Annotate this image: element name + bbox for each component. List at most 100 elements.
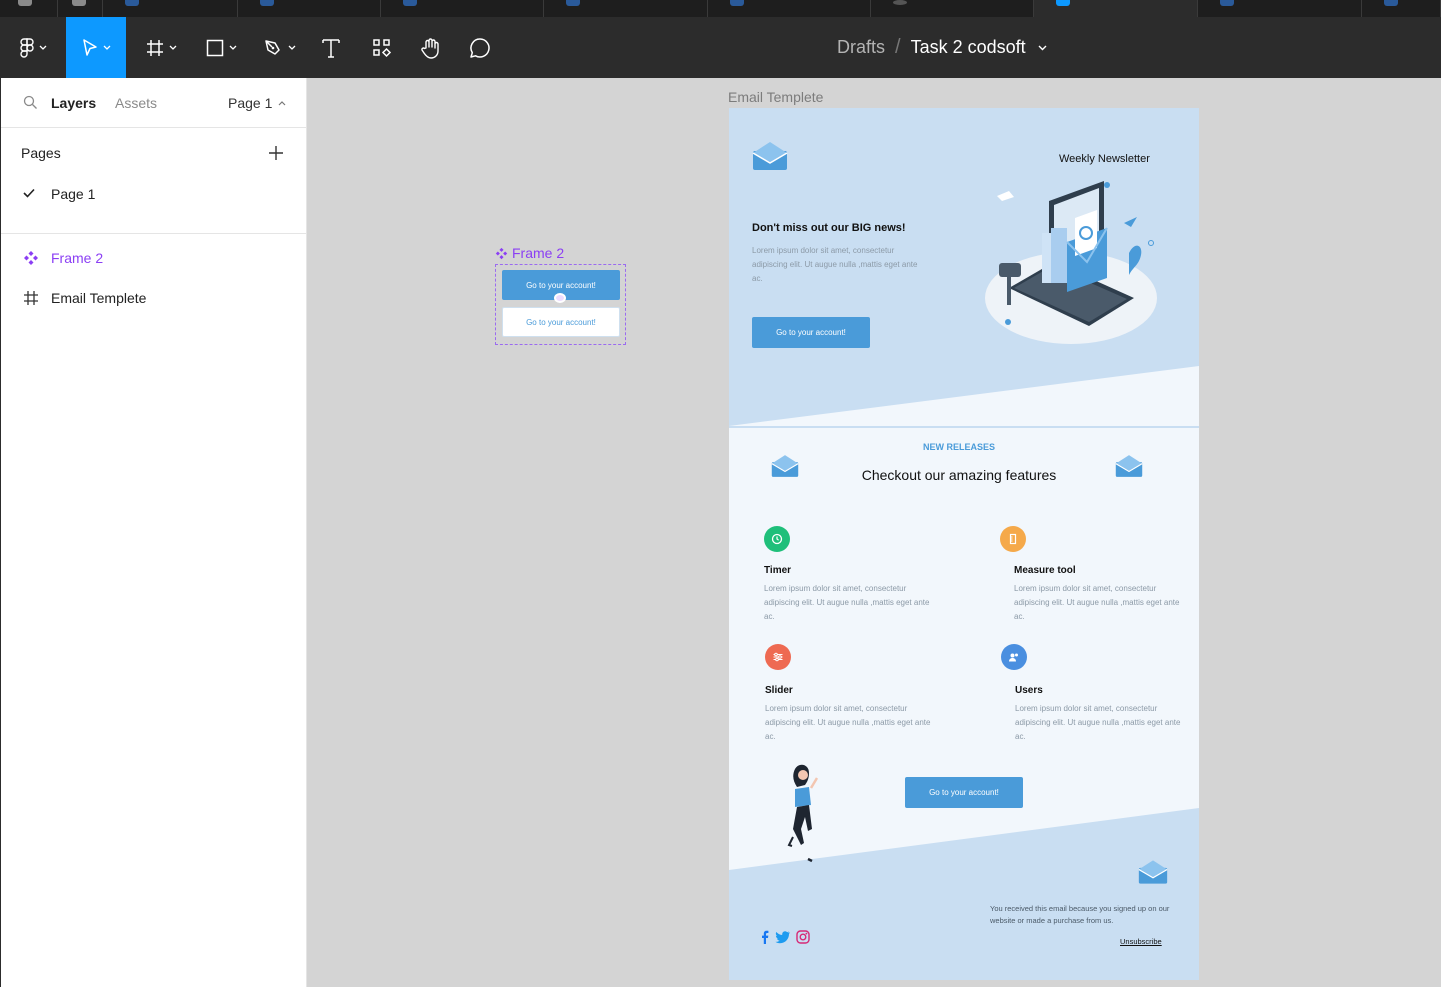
unsubscribe-link[interactable]: Unsubscribe [1120,937,1162,946]
tab-layers[interactable]: Layers [51,95,96,111]
text-tool-button[interactable] [315,17,347,78]
hand-icon [421,37,439,59]
frame-hash-icon [146,39,163,56]
frame-tool-button[interactable] [136,17,186,78]
chevron-down-icon [39,45,46,50]
page-item[interactable]: Page 1 [1,178,307,210]
chevron-down-icon[interactable] [1038,45,1047,51]
frame-hash-icon [24,291,38,305]
feature-body-users: Lorem ipsum dolor sit amet, consectetur … [1015,704,1181,741]
canvas[interactable]: Frame 2 Go to your account! Go to your a… [307,78,1441,987]
browser-tab[interactable] [0,0,58,17]
frame-2-label-text: Frame 2 [512,245,565,261]
page-item-label: Page 1 [51,186,96,202]
envelope-icon [1138,860,1168,884]
page-selector[interactable]: Page 1 [228,95,286,111]
text-t-icon [322,38,340,58]
comment-bubble-icon [470,37,490,58]
browser-tab-strip [0,0,1441,17]
hand-tool-button[interactable] [414,17,448,78]
sliders-icon [773,652,783,662]
feature-body-slider: Lorem ipsum dolor sit amet, consectetur … [765,704,931,741]
browser-tab-active[interactable] [1034,0,1198,17]
pages-heading: Pages [21,145,61,161]
chevron-down-icon [229,45,236,50]
page-selector-label: Page 1 [228,95,273,111]
browser-tab[interactable] [238,0,381,17]
comment-tool-button[interactable] [463,17,497,78]
slider-feature-badge [765,644,791,670]
layer-row-frame-2[interactable]: Frame 2 [1,243,307,273]
facebook-icon[interactable] [761,930,769,944]
section-kicker: NEW RELEASES [922,442,995,452]
go-to-account-button[interactable]: Go to your account! [752,317,870,348]
frame-2-component[interactable]: Go to your account! Go to your account! [495,264,626,345]
browser-tab[interactable] [544,0,708,17]
headline-body: Lorem ipsum dolor sit amet, consectetur … [752,246,918,283]
file-name[interactable]: Task 2 codsoft [911,37,1026,58]
envelope-icon [1115,455,1143,477]
newsletter-title: Weekly Newsletter [1059,153,1150,165]
pen-icon [264,39,280,55]
chevron-up-icon [278,100,286,105]
feature-body-timer: Lorem ipsum dolor sit amet, consectetur … [764,584,930,621]
search-icon[interactable] [23,95,38,110]
chevron-down-icon [288,45,295,50]
footer-notice: You received this email because you sign… [990,904,1170,925]
plus-icon[interactable] [268,145,284,161]
layer-label: Frame 2 [51,250,104,266]
feature-title-slider: Slider [765,685,793,696]
feature-title-measure: Measure tool [1014,565,1076,576]
laptop-mail-illustration [985,181,1157,344]
resources-tool-button[interactable] [365,17,399,78]
breadcrumb: Drafts / Task 2 codsoft [837,17,1047,78]
users-feature-badge [1001,644,1027,670]
envelope-icon [752,142,788,170]
measure-feature-badge [1000,526,1026,552]
users-icon [1009,653,1018,662]
breadcrumb-separator: / [895,36,901,58]
headline: Don't miss out our BIG news! [752,222,906,234]
woman-illustration [787,764,819,863]
panel-tabs: Layers Assets Page 1 [1,78,307,128]
browser-tab[interactable] [1362,0,1441,17]
shape-tool-button[interactable] [196,17,246,78]
rectangle-icon [206,39,223,56]
tab-assets[interactable]: Assets [115,95,157,111]
variant-add-handle[interactable] [554,293,566,303]
twitter-icon[interactable] [775,930,790,944]
email-templete-frame[interactable]: Weekly Newsletter Don't miss out our BIG… [729,108,1199,980]
layer-row-email-templete[interactable]: Email Templete [1,283,307,313]
cursor-arrow-icon [82,38,97,56]
figma-logo-icon [19,37,34,58]
envelope-icon [771,455,799,477]
browser-tab[interactable] [103,0,238,17]
main-menu-button[interactable] [8,17,58,78]
social-links [761,930,810,944]
frame-2-label[interactable]: Frame 2 [495,245,564,261]
header-diagonal [729,366,1199,426]
browser-tab[interactable] [58,0,103,17]
layer-label: Email Templete [51,290,147,306]
check-icon [23,188,35,198]
feature-title-timer: Timer [764,565,792,576]
browser-tab[interactable] [871,0,1034,17]
feature-body-measure: Lorem ipsum dolor sit amet, consectetur … [1014,584,1180,621]
go-to-account-button-2[interactable]: Go to your account! [905,777,1023,808]
pen-tool-button[interactable] [254,17,304,78]
chevron-down-icon [169,45,176,50]
browser-tab[interactable] [1198,0,1362,17]
browser-tab[interactable] [708,0,871,17]
component-icon [24,251,38,265]
email-templete-label[interactable]: Email Templete [728,89,823,105]
breadcrumb-drafts[interactable]: Drafts [837,37,885,58]
move-tool-button[interactable] [66,17,126,78]
instagram-icon[interactable] [796,930,810,944]
ruler-icon [1009,533,1017,545]
toolbar: Drafts / Task 2 codsoft [0,17,1441,78]
left-panel: Layers Assets Page 1 Pages Page 1 Frame … [0,78,307,987]
divider [1,233,307,234]
secondary-button-variant[interactable]: Go to your account! [502,307,620,337]
clock-icon [771,533,783,545]
browser-tab[interactable] [381,0,544,17]
